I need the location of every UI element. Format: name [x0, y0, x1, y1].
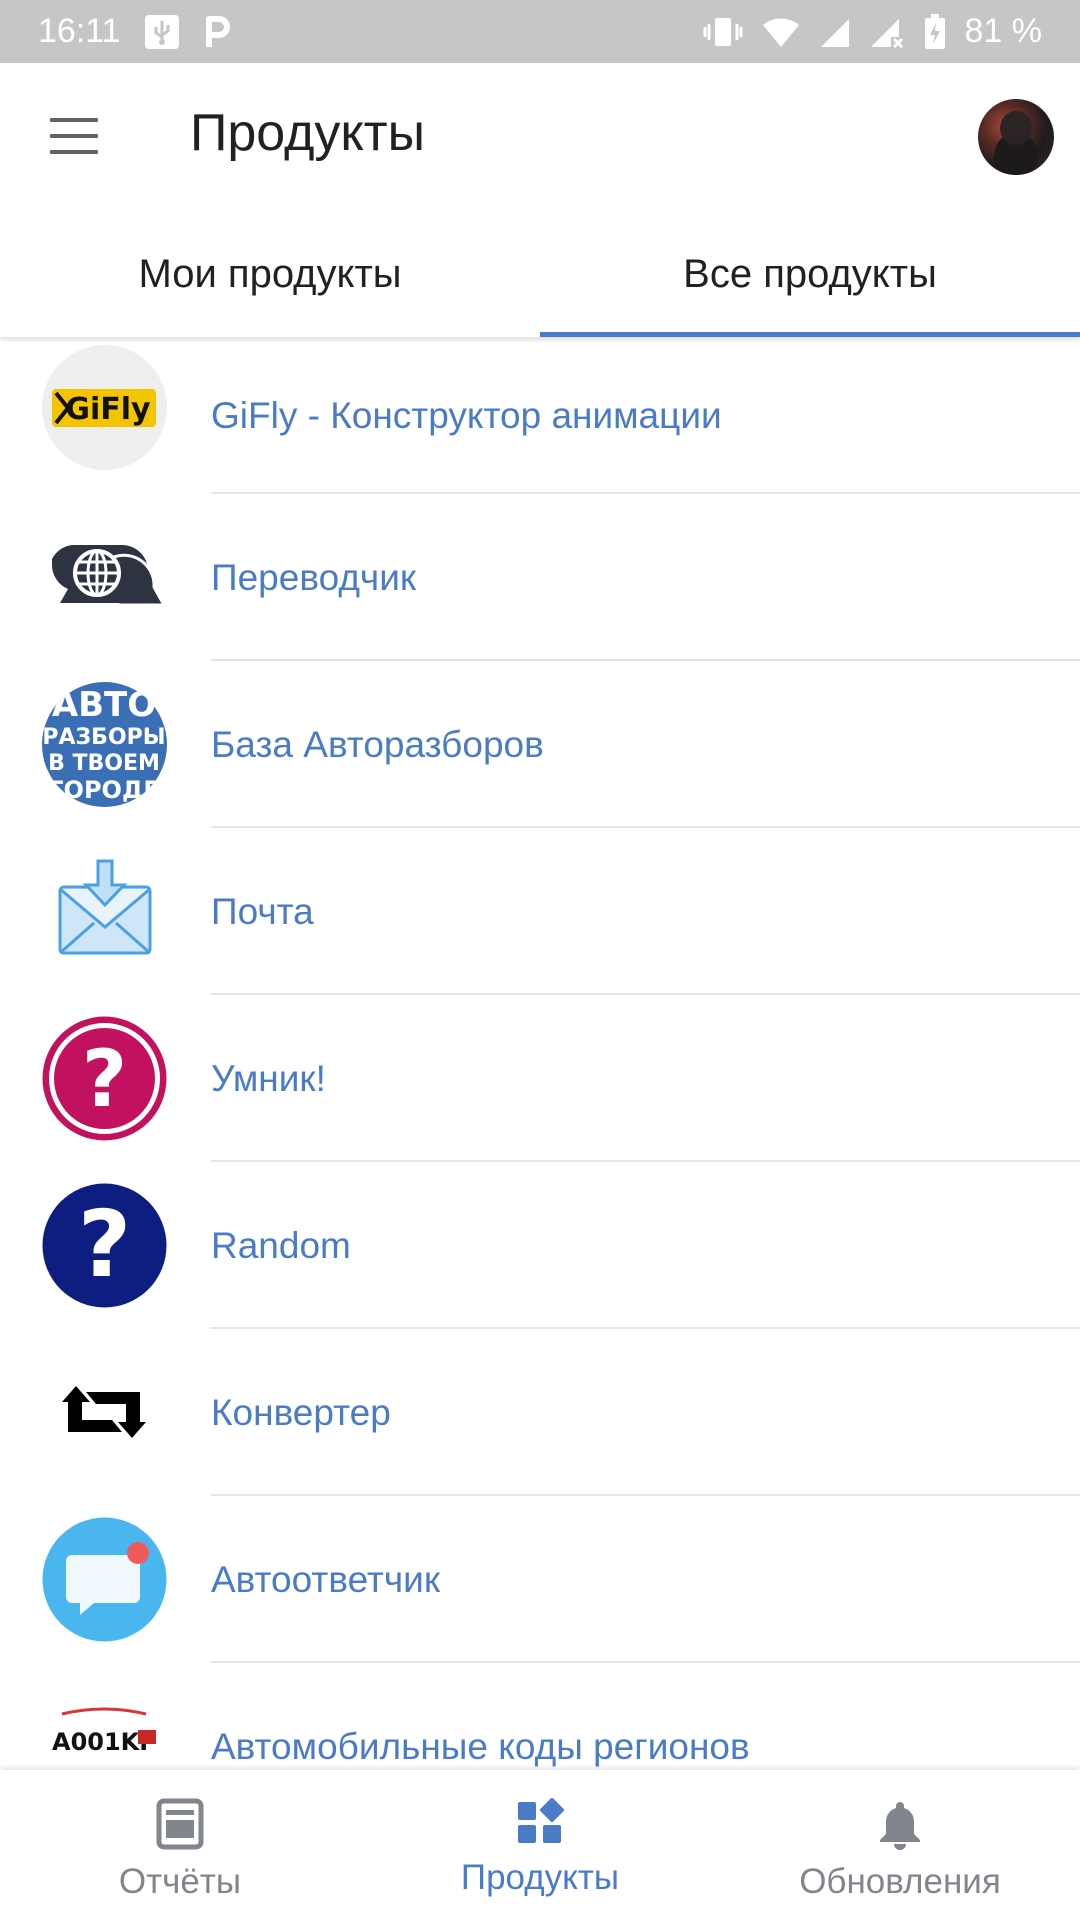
tab-bar: Мои продукты Все продукты — [0, 211, 1080, 337]
logo-line-2: РАЗБОРЫ — [42, 725, 165, 750]
status-bar: 16:11 81 % — [0, 0, 1080, 63]
battery-level: 81 % — [964, 12, 1043, 50]
battery-charging-icon — [923, 13, 947, 51]
svg-text:?: ? — [78, 1191, 131, 1298]
product-name: Автомобильные коды регионов — [211, 1725, 750, 1767]
nav-reports-label: Отчёты — [118, 1862, 242, 1901]
bell-icon — [880, 1802, 920, 1850]
product-name: Автоответчик — [211, 1558, 441, 1600]
globe-chat-icon — [42, 515, 167, 640]
page-title: Продукты — [190, 104, 425, 162]
list-item[interactable]: Почта — [0, 828, 1080, 995]
tab-all-products[interactable]: Все продукты — [540, 211, 1080, 337]
nav-products[interactable]: Продукты — [360, 1770, 720, 1920]
question-pink-icon: ? — [42, 1016, 167, 1141]
vibrate-icon — [703, 14, 743, 50]
logo-line-3: В ТВОЕМ — [48, 751, 160, 776]
list-item[interactable]: Конвертер — [0, 1329, 1080, 1496]
list-item[interactable]: ? Random — [0, 1162, 1080, 1329]
parking-icon — [203, 13, 233, 51]
gifly-logo-text: GiFly — [65, 392, 151, 427]
tab-my-products[interactable]: Мои продукты — [0, 211, 540, 337]
product-name: Переводчик — [211, 556, 417, 598]
product-name: Random — [211, 1224, 351, 1266]
nav-reports[interactable]: Отчёты — [0, 1770, 360, 1920]
list-item[interactable]: A001KP Автомобильные коды регионов — [0, 1663, 1080, 1770]
signal-no-data-icon — [869, 15, 905, 49]
list-item[interactable]: ? Умник! — [0, 995, 1080, 1162]
logo-line-4: ГОРОДЕ — [48, 776, 159, 804]
product-name: Конвертер — [211, 1391, 391, 1433]
question-navy-icon: ? — [42, 1183, 167, 1308]
product-name: База Авторазборов — [211, 723, 544, 765]
bottom-nav: Отчёты Продукты Обновления — [0, 1770, 1080, 1920]
products-grid-icon — [518, 1798, 564, 1843]
avtorazbory-logo-icon: АВТО РАЗБОРЫ В ТВОЕМ ГОРОДЕ — [42, 682, 167, 807]
list-item[interactable]: GiFly GiFly - Конструктор анимации — [0, 337, 1080, 494]
menu-icon[interactable] — [50, 118, 98, 154]
wifi-icon — [761, 15, 801, 49]
nav-updates[interactable]: Обновления — [720, 1770, 1080, 1920]
signal-icon — [819, 15, 851, 49]
nav-updates-label: Обновления — [799, 1862, 1001, 1901]
list-item[interactable]: Переводчик — [0, 494, 1080, 661]
logo-line-1: АВТО — [52, 685, 156, 725]
avatar[interactable] — [978, 99, 1054, 175]
product-name: Умник! — [211, 1057, 326, 1099]
reports-icon — [156, 1798, 204, 1850]
license-plate-icon: A001KP — [42, 1684, 167, 1770]
status-time: 16:11 — [38, 12, 121, 50]
svg-text:?: ? — [82, 1035, 127, 1125]
product-name: Почта — [211, 890, 314, 932]
product-name: GiFly - Конструктор анимации — [211, 394, 722, 436]
mail-download-icon — [42, 849, 167, 974]
chat-bubble-icon — [42, 1517, 167, 1642]
gifly-logo-icon: GiFly — [42, 345, 167, 470]
nav-products-label: Продукты — [460, 1858, 620, 1897]
list-item[interactable]: АВТО РАЗБОРЫ В ТВОЕМ ГОРОДЕ База Автораз… — [0, 661, 1080, 828]
list-item[interactable]: Автоответчик — [0, 1496, 1080, 1663]
usb-icon — [143, 13, 181, 51]
convert-arrows-icon — [42, 1350, 167, 1475]
app-bar: Продукты — [0, 63, 1080, 211]
product-list: GiFly GiFly - Конструктор анимации Перев… — [0, 337, 1080, 1770]
